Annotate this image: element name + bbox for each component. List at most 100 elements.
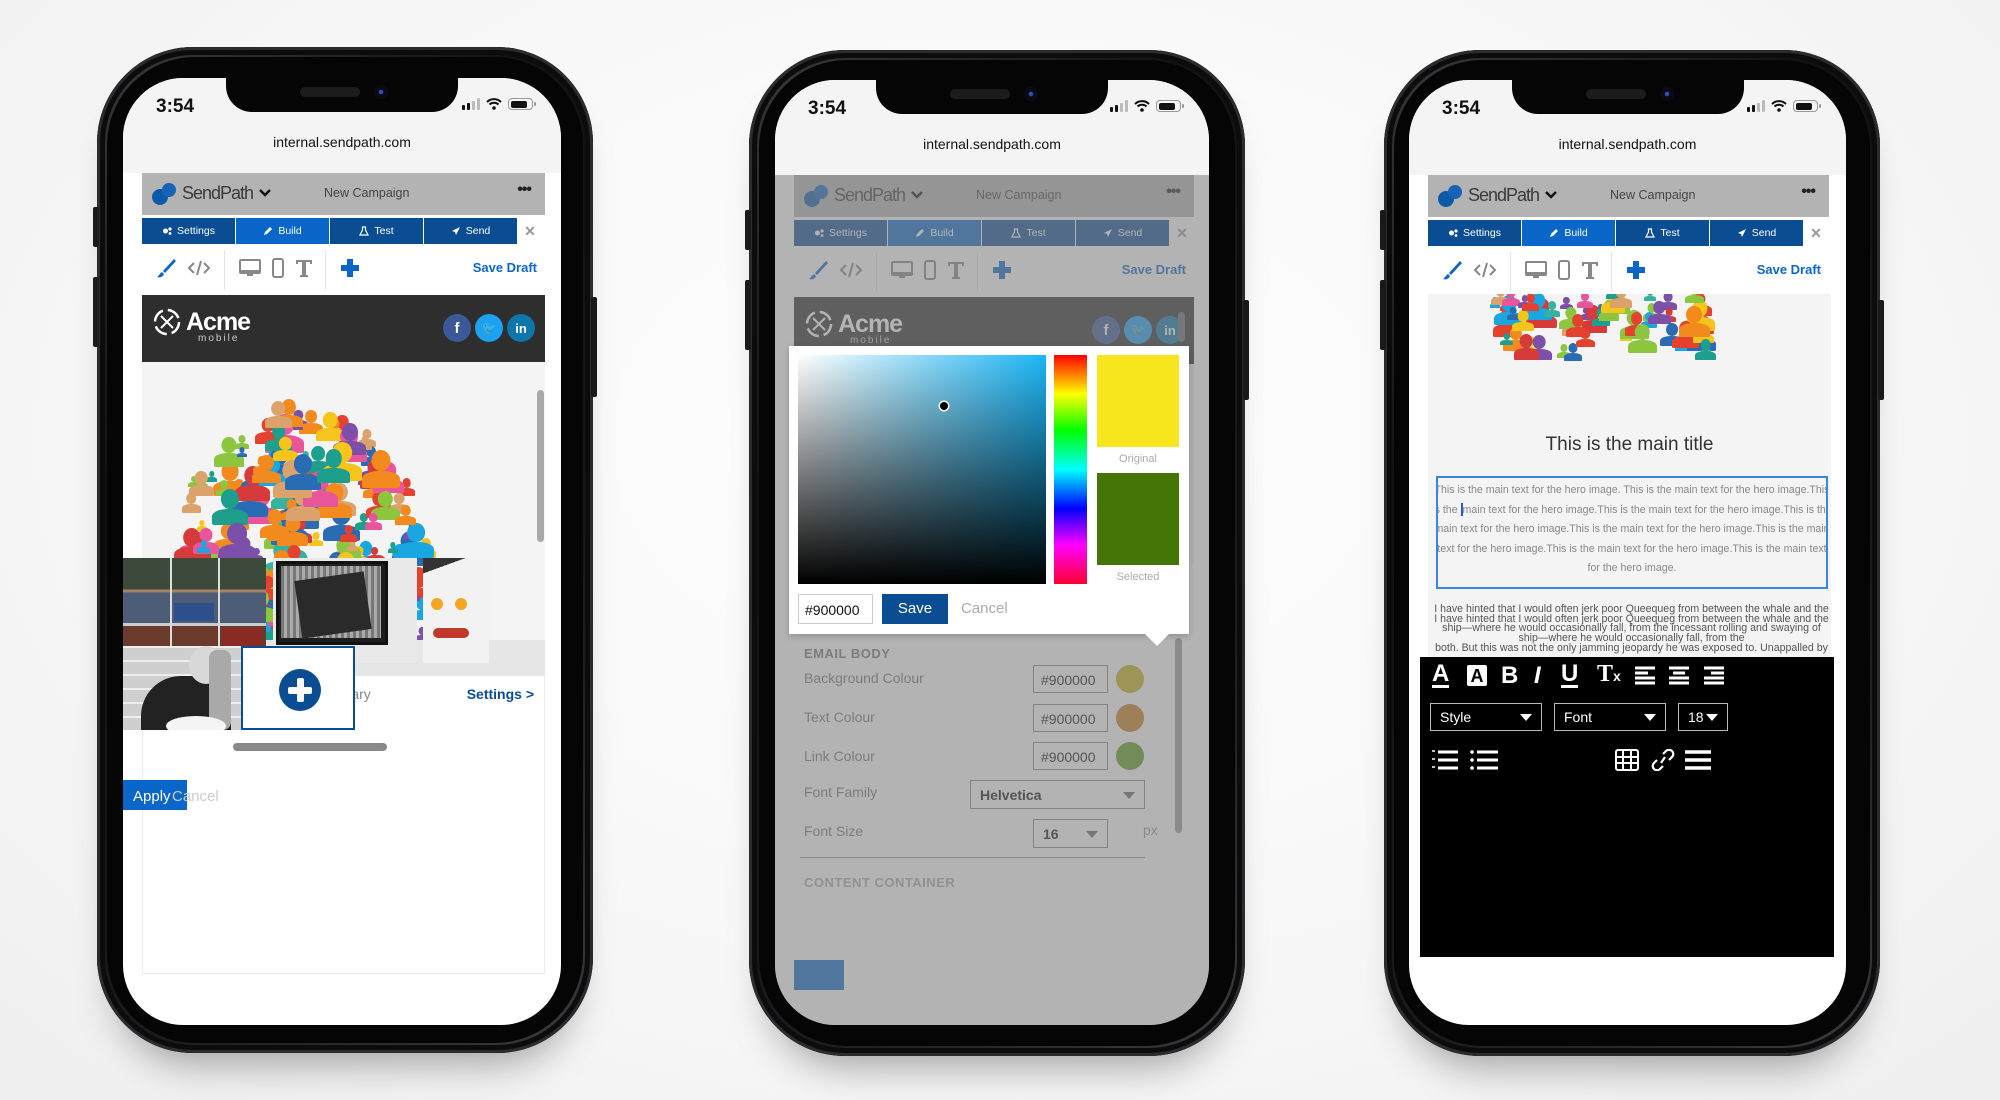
text-icon[interactable] — [1578, 258, 1602, 282]
bold-icon[interactable]: B — [1501, 662, 1518, 690]
app-header: SendPath New Campaign ••• — [142, 172, 545, 215]
brand-name[interactable]: SendPath — [1468, 185, 1540, 206]
url-bar[interactable]: internal.sendpath.com — [775, 130, 1209, 175]
tab-settings[interactable]: Settings — [142, 218, 235, 244]
font-color-icon[interactable]: A — [1432, 662, 1450, 688]
close-icon[interactable]: ✕ — [1804, 220, 1828, 246]
battery-icon — [508, 98, 536, 110]
align-right-icon[interactable] — [1703, 665, 1725, 687]
mobile-icon[interactable] — [1552, 258, 1576, 282]
font-size-select[interactable]: 18 — [1678, 703, 1728, 731]
save-draft-button[interactable]: Save Draft — [1757, 262, 1821, 277]
mobile-icon[interactable] — [266, 256, 290, 280]
more-menu-button[interactable]: ••• — [517, 181, 532, 199]
url-text: internal.sendpath.com — [1558, 136, 1697, 152]
person-icon — [284, 454, 322, 491]
desktop-icon[interactable] — [1524, 258, 1548, 282]
save-draft-button[interactable]: Save Draft — [473, 260, 537, 275]
align-center-icon[interactable] — [1668, 665, 1690, 687]
tab-build[interactable]: Build — [1522, 220, 1615, 246]
tab-build[interactable]: Build — [236, 218, 329, 244]
hero-text-editable[interactable]: This is the main text for the hero image… — [1436, 476, 1828, 589]
signal-icon — [1110, 100, 1128, 112]
hex-input[interactable]: #900000 — [798, 594, 873, 624]
link-icon[interactable] — [1651, 749, 1675, 771]
color-cursor[interactable] — [940, 402, 948, 410]
wifi-icon — [486, 98, 502, 110]
chevron-down-icon[interactable] — [258, 186, 272, 200]
table-icon[interactable] — [1615, 749, 1639, 771]
tab-send[interactable]: Send — [1710, 220, 1803, 246]
phone-screen-2: 3:54 internal.sendpath.com SendPath New … — [775, 80, 1209, 1025]
tab-settings[interactable]: Settings — [1428, 220, 1521, 246]
person-icon — [362, 449, 401, 488]
notch — [876, 80, 1108, 114]
sendpath-logo-icon — [1438, 185, 1464, 207]
hue-slider[interactable] — [1054, 355, 1087, 584]
chevron-down-icon[interactable] — [1544, 188, 1558, 202]
desktop-icon[interactable] — [238, 256, 262, 280]
pencil-icon — [264, 227, 273, 235]
font-select[interactable]: Font — [1554, 703, 1666, 731]
selected-label: Selected — [1116, 571, 1160, 583]
style-select[interactable]: Style — [1430, 703, 1542, 731]
paper-plane-icon — [1737, 229, 1746, 237]
plus-icon[interactable] — [338, 256, 362, 280]
unordered-list-icon[interactable] — [1470, 749, 1498, 771]
linkedin-icon[interactable]: in — [507, 314, 535, 342]
code-icon[interactable] — [187, 256, 211, 280]
campaign-title: New Campaign — [324, 186, 410, 200]
person-icon — [1610, 294, 1632, 308]
code-icon[interactable] — [1473, 258, 1497, 282]
gears-icon — [163, 227, 172, 235]
add-image-button[interactable] — [241, 646, 355, 730]
tab-test[interactable]: Test — [1616, 220, 1709, 246]
person-icon — [211, 488, 249, 526]
align-left-icon[interactable] — [1634, 665, 1656, 687]
text-icon[interactable] — [292, 256, 316, 280]
flask-icon — [1645, 228, 1656, 238]
app-header: SendPath New Campaign ••• — [1428, 174, 1829, 217]
person-icon — [1521, 294, 1540, 311]
ordered-list-icon[interactable] — [1432, 749, 1458, 771]
battery-icon — [1156, 100, 1184, 112]
justify-icon[interactable] — [1684, 749, 1712, 771]
selected-color-swatch — [1097, 473, 1179, 565]
more-menu-button[interactable]: ••• — [1801, 183, 1816, 201]
settings-link[interactable]: Settings > — [467, 686, 534, 702]
url-text: internal.sendpath.com — [273, 134, 411, 150]
close-icon[interactable]: ✕ — [518, 218, 542, 244]
editor-toolbar: Save Draft — [1428, 248, 1829, 294]
twitter-icon[interactable]: 🐦 — [475, 314, 503, 342]
scrollbar[interactable] — [1178, 312, 1185, 342]
status-time: 3:54 — [1442, 98, 1481, 119]
facebook-icon[interactable]: f — [443, 314, 471, 342]
underline-icon[interactable]: U — [1561, 662, 1579, 688]
main-title[interactable]: This is the main title — [1428, 434, 1831, 456]
cancel-button[interactable]: Cancel — [961, 600, 1008, 617]
url-bar[interactable]: internal.sendpath.com — [123, 128, 561, 173]
cancel-button[interactable]: Cancel — [172, 788, 219, 805]
horizontal-scrollbar[interactable] — [233, 743, 387, 751]
italic-icon[interactable]: I — [1534, 662, 1541, 690]
body-paragraph[interactable]: I have hinted that I would often jerk po… — [1433, 610, 1830, 650]
thumbnail-tshirt[interactable] — [423, 558, 489, 663]
email-header-banner[interactable]: Acmemobile f 🐦 in — [142, 295, 545, 362]
person-icon — [1512, 309, 1534, 332]
scrollbar[interactable] — [537, 390, 544, 542]
url-bar[interactable]: internal.sendpath.com — [1409, 130, 1846, 175]
clear-format-icon[interactable]: Tx — [1597, 661, 1621, 688]
tab-send[interactable]: Send — [424, 218, 517, 244]
brand-name[interactable]: SendPath — [182, 183, 254, 204]
saturation-value-field[interactable] — [798, 355, 1046, 584]
plus-icon[interactable] — [1624, 258, 1648, 282]
color-picker-popover: Original Selected #900000 Save Cancel — [789, 346, 1189, 646]
wifi-icon — [1771, 100, 1787, 112]
brush-icon[interactable] — [154, 256, 178, 280]
caret-down-icon — [1644, 714, 1656, 721]
tab-bar: Settings Build Test Send ✕ — [1428, 220, 1846, 246]
save-button[interactable]: Save — [882, 594, 948, 624]
highlight-icon[interactable]: A — [1467, 665, 1487, 686]
brush-icon[interactable] — [1440, 258, 1464, 282]
tab-test[interactable]: Test — [330, 218, 423, 244]
